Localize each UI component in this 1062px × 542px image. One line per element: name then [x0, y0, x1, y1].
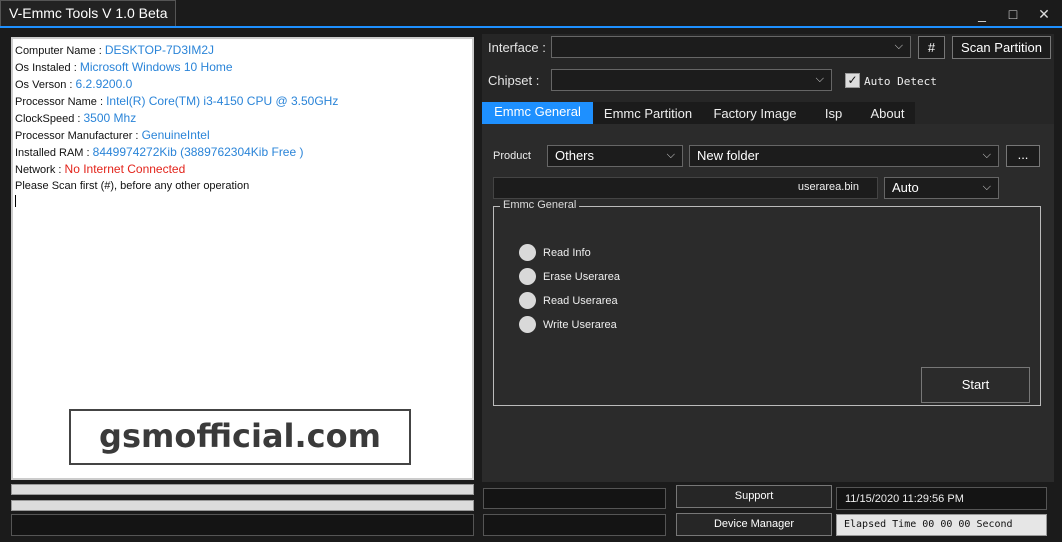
text-caret: [15, 195, 16, 207]
file-path-field[interactable]: userarea.bin: [493, 177, 878, 199]
read-userarea-label: Read Userarea: [543, 295, 618, 307]
support-button[interactable]: Support: [676, 485, 832, 508]
folder-select[interactable]: New folder ⌵: [689, 145, 999, 167]
erase-userarea-label: Erase Userarea: [543, 271, 621, 283]
log-output[interactable]: Computer Name : DESKTOP-7D3IM2J Os Insta…: [11, 37, 474, 480]
log-line: Network : No Internet Connected: [15, 162, 186, 176]
chipset-label: Chipset :: [488, 73, 540, 88]
auto-detect-label: Auto Detect: [864, 75, 937, 88]
chevron-down-icon: ⌵: [894, 40, 903, 52]
write-userarea-radio[interactable]: [519, 316, 536, 333]
product-label: Product: [493, 150, 531, 162]
emmc-general-group: Emmc General Read Info Erase Userarea Re…: [493, 199, 1041, 406]
chipset-select[interactable]: ⌵: [551, 69, 832, 91]
device-manager-button[interactable]: Device Manager: [676, 513, 832, 536]
log-line: Please Scan first (#), before any other …: [15, 180, 250, 192]
close-icon[interactable]: ✕: [1030, 4, 1058, 24]
tab-isp[interactable]: Isp: [807, 102, 860, 124]
log-line: Os Instaled : Microsoft Windows 10 Home: [15, 60, 233, 74]
tab-emmc-general[interactable]: Emmc General: [482, 102, 593, 124]
group-title: Emmc General: [500, 199, 580, 211]
control-panel: Interface : ⌵ # Scan Partition Chipset :…: [482, 34, 1054, 482]
read-userarea-radio[interactable]: [519, 292, 536, 309]
log-line: Computer Name : DESKTOP-7D3IM2J: [15, 43, 215, 57]
write-userarea-label: Write Userarea: [543, 319, 617, 331]
browse-button[interactable]: ...: [1006, 145, 1040, 167]
chevron-down-icon: ⌵: [982, 181, 991, 193]
read-info-label: Read Info: [543, 247, 591, 259]
minimize-icon[interactable]: _: [968, 4, 996, 24]
progress-bar-secondary: [11, 500, 474, 511]
scan-hash-button[interactable]: #: [918, 36, 945, 59]
interface-label: Interface :: [488, 40, 546, 55]
maximize-icon[interactable]: □: [999, 4, 1027, 24]
mode-select[interactable]: Auto ⌵: [884, 177, 999, 199]
datetime-display: 11/15/2020 11:29:56 PM: [836, 487, 1047, 510]
tab-strip: Emmc General Emmc Partition Factory Imag…: [482, 102, 915, 124]
log-line: Os Verson : 6.2.9200.0: [15, 77, 133, 91]
elapsed-time-display: Elapsed Time 00 00 00 Second: [836, 514, 1047, 536]
chevron-down-icon: ⌵: [666, 149, 675, 161]
start-button[interactable]: Start: [921, 367, 1030, 403]
window-title: V-Emmc Tools V 1.0 Beta: [0, 0, 177, 26]
chevron-down-icon: ⌵: [815, 73, 824, 85]
tab-factory-image[interactable]: Factory Image: [703, 102, 807, 124]
log-line: Processor Name : Intel(R) Core(TM) i3-41…: [15, 94, 339, 108]
interface-select[interactable]: ⌵: [551, 36, 911, 58]
status-field-left: [483, 488, 666, 509]
watermark: gsmofficial.com: [69, 409, 411, 465]
progress-bar: [11, 484, 474, 495]
scan-partition-button[interactable]: Scan Partition: [952, 36, 1051, 59]
chevron-down-icon: ⌵: [982, 149, 991, 161]
tab-panel: Product Others ⌵ New folder ⌵ ... userar…: [482, 124, 1054, 482]
read-info-radio[interactable]: [519, 244, 536, 261]
status-field: [11, 514, 474, 536]
product-select[interactable]: Others ⌵: [547, 145, 683, 167]
tab-emmc-partition[interactable]: Emmc Partition: [593, 102, 703, 124]
auto-detect-checkbox[interactable]: ✓: [845, 73, 860, 88]
log-line: ClockSpeed : 3500 Mhz: [15, 111, 137, 125]
tab-about[interactable]: About: [860, 102, 915, 124]
status-field-left-2: [483, 514, 666, 536]
erase-userarea-radio[interactable]: [519, 268, 536, 285]
log-line: Installed RAM : 8449974272Kib (388976230…: [15, 145, 304, 159]
log-line: Processor Manufacturer : GenuineIntel: [15, 128, 210, 142]
